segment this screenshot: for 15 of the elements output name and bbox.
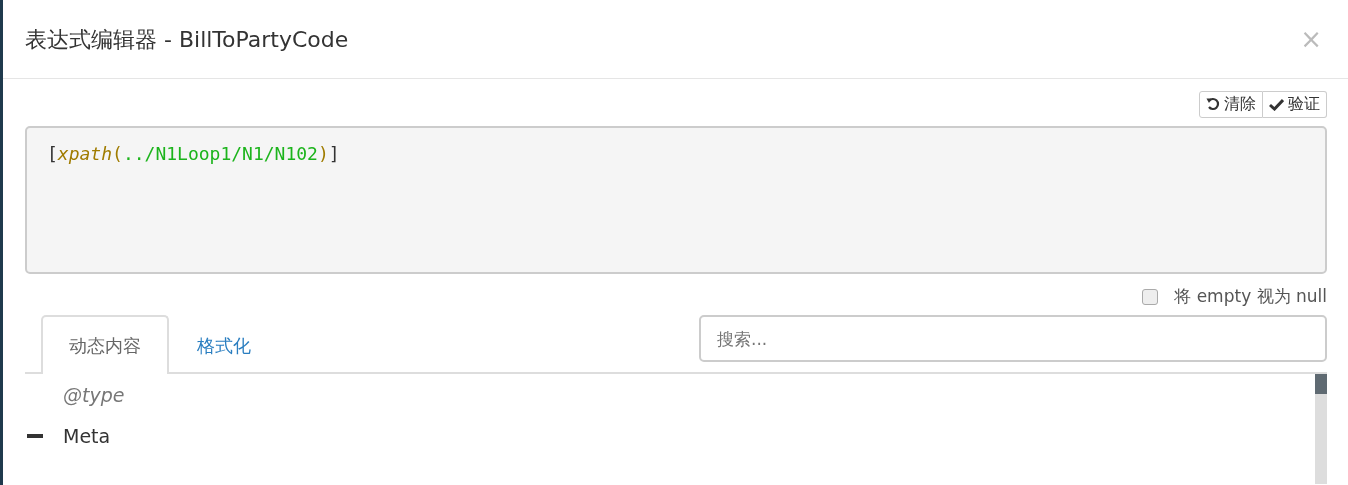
tab[interactable]: 格式化 xyxy=(169,315,279,375)
checkbox[interactable] xyxy=(1142,288,1159,305)
scrollbar[interactable] xyxy=(1315,374,1327,485)
clear-button[interactable]: 清除 xyxy=(1199,91,1263,118)
tab[interactable]: 动态内容 xyxy=(41,315,169,375)
expression-editor[interactable]: [xpath(../N1Loop1/N1/N102)] xyxy=(25,125,1327,274)
tree-item[interactable]: @type xyxy=(63,380,125,410)
checkbox-label: 将 empty 视为 null xyxy=(1174,284,1327,308)
search-field[interactable]: 搜索... xyxy=(699,315,1327,363)
validate-button[interactable]: 验证 xyxy=(1263,91,1327,118)
check-icon xyxy=(1269,97,1284,111)
dialog-title: 表达式编辑器 - BillToPartyCode xyxy=(25,25,349,54)
undo-icon xyxy=(1206,97,1220,112)
tree-item[interactable]: Meta xyxy=(63,421,111,451)
collapse-icon[interactable] xyxy=(27,433,43,438)
